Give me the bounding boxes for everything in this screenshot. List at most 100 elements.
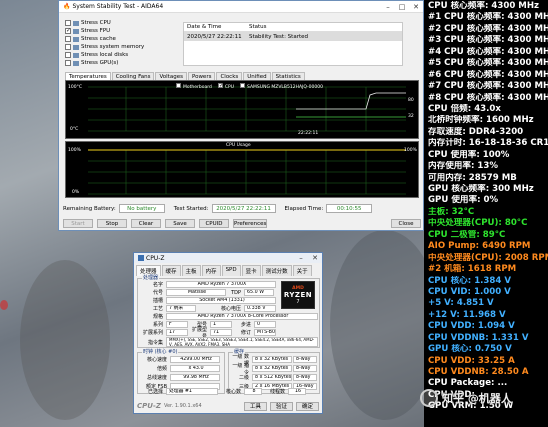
close-button[interactable]: Close <box>391 219 421 228</box>
codename-row: 代号 Matisse TDP 65.0 W <box>140 289 274 296</box>
checkbox[interactable] <box>65 20 71 26</box>
cache-icon <box>73 36 79 42</box>
temperature-graph: Motherboard CPU SAMSUNG MZVLB512HAJQ-000… <box>65 80 419 139</box>
stress-cpu-option[interactable]: Stress CPU <box>65 19 125 27</box>
sensor-line: 可用内存: 28579 MB <box>428 172 517 183</box>
watermark-text: 知乎 @机器人 <box>442 392 512 405</box>
window-title: System Stability Test - AIDA64 <box>72 3 164 10</box>
sensor-line: 中央处理器(CPU): 80°C <box>428 218 528 229</box>
y-max-label: 100°C <box>68 85 82 90</box>
cell-datetime: 2020/5/27 22:22:11 <box>187 33 242 40</box>
memory-icon <box>73 44 79 50</box>
disk-icon <box>73 52 79 58</box>
cell-status: Stability Test: Started <box>249 33 308 40</box>
sensor-line: #4 CPU 核心频率: 4300 MHz <box>428 46 548 57</box>
cpu-usage-grid <box>88 149 406 195</box>
tab-cache[interactable]: 缓存 <box>161 265 181 276</box>
processor-select[interactable]: 处理器 #1 <box>166 388 218 395</box>
elapsed-value: 00:10:55 <box>326 204 373 213</box>
checkbox[interactable] <box>65 52 71 58</box>
cpuz-window: CPU-Z – ✕ 处理器 缓存 主板 内存 SPD 显卡 测试分数 关于 处理… <box>133 252 323 414</box>
gpu-icon <box>73 60 79 66</box>
sensor-line: #5 CPU 核心频率: 4300 MHz <box>428 58 548 69</box>
ok-button[interactable]: 确定 <box>295 401 319 411</box>
sensor-line: #6 CPU 核心频率: 4300 MHz <box>428 69 548 80</box>
battery-label: Remaining Battery: <box>63 205 116 212</box>
tab-graphics[interactable]: 显卡 <box>241 265 261 276</box>
sensor-line: GPU 核心频率: 300 MHz <box>428 184 534 194</box>
y-min-label: 0% <box>72 190 80 195</box>
y-min-label: 0°C <box>70 127 79 132</box>
checkbox[interactable] <box>65 36 71 42</box>
cpu-icon <box>73 20 79 26</box>
package-row: 插槽 Socket AM4 (1331) <box>140 297 276 304</box>
start-button[interactable]: Start <box>63 219 93 228</box>
sensor-line: AIO Pump: 6490 RPM <box>428 241 531 252</box>
stress-cache-option[interactable]: Stress cache <box>65 35 125 43</box>
minimize-icon[interactable]: – <box>381 3 395 11</box>
watermark: 知乎 @机器人 <box>420 385 540 411</box>
sensor-line: CPU VID: 1.000 V <box>428 286 511 297</box>
checkbox[interactable] <box>65 44 71 50</box>
status-table: Date & Time Status 2020/5/27 22:22:11 St… <box>183 22 403 66</box>
checkbox[interactable] <box>65 60 71 66</box>
preferences-button[interactable]: Preferences <box>233 219 267 228</box>
cpuz-title: CPU-Z <box>146 254 165 262</box>
spec-row: 规格 AMD Ryzen 7 3700X 8-Core Processor <box>140 313 318 320</box>
cpu-usage-title: CPU Usage <box>226 143 251 148</box>
sensor-line: 主板: 32°C <box>428 206 475 217</box>
checkbox[interactable] <box>217 82 224 89</box>
checkbox[interactable] <box>65 27 71 34</box>
cpu-usage-value: 100% <box>404 148 417 153</box>
cpuz-footer: CPU-Z Ver. 1.90.1.x64 工具 验证 确定 <box>134 399 322 413</box>
sensor-line: CPU 核心: 1.384 V <box>428 275 512 286</box>
ext-family-row: 扩展系列17扩展型号71修订MTS-B0 <box>142 326 276 340</box>
aida-titlebar: 🔥 System Stability Test - AIDA64 – □ ✕ <box>59 1 423 13</box>
stress-memory-option[interactable]: Stress system memory <box>65 43 144 51</box>
close-icon[interactable]: ✕ <box>409 3 423 11</box>
tab-mainboard[interactable]: 主板 <box>181 265 201 276</box>
cpuz-icon <box>138 255 144 261</box>
cpu-usage-graph: CPU Usage 100% 0% 100% <box>65 141 419 198</box>
stress-gpu-option[interactable]: Stress GPU(s) <box>65 59 125 67</box>
clear-button[interactable]: Clear <box>131 219 161 228</box>
selection-row: 已选择 处理器 #1 核心数 8 线程数 16 <box>140 388 306 395</box>
tab-spd[interactable]: SPD <box>221 265 241 276</box>
legend-motherboard[interactable]: Motherboard <box>176 83 212 90</box>
legend-ssd[interactable]: SAMSUNG MZVLB512HAJQ-00000 <box>240 83 323 90</box>
checkbox[interactable] <box>176 83 181 88</box>
flame-icon: 🔥 <box>63 3 71 10</box>
cpuz-logo: CPU-Z <box>137 402 161 410</box>
l1i-row: 一级 指令 8 x 32 KBytes 8-way <box>230 363 317 376</box>
sensor-line: 存取速度: DDR4-3200 <box>428 126 524 137</box>
y-max-label: 100% <box>68 148 81 153</box>
bus-speed-row: 总线速度 99.98 MHz <box>140 374 220 381</box>
stop-button[interactable]: Stop <box>97 219 127 228</box>
tab-bench[interactable]: 测试分数 <box>261 265 292 276</box>
legend-cpu[interactable]: CPU <box>217 82 234 90</box>
tools-button[interactable]: 工具 <box>243 401 267 411</box>
stress-disks-option[interactable]: Stress local disks <box>65 51 128 59</box>
col-status[interactable]: Status <box>246 24 402 30</box>
aida64-window: 🔥 System Stability Test - AIDA64 – □ ✕ S… <box>58 0 424 231</box>
maximize-icon[interactable]: □ <box>395 3 409 11</box>
sensor-line: #8 CPU 核心频率: 4300 MHz <box>428 92 548 103</box>
core-speed-row: 核心速度 4299.00 MHz <box>140 356 220 363</box>
close-icon[interactable]: ✕ <box>308 254 322 262</box>
tab-about[interactable]: 关于 <box>292 265 312 276</box>
table-row[interactable]: 2020/5/27 22:22:11 Stability Test: Start… <box>184 32 402 41</box>
cpuz-titlebar: CPU-Z – ✕ <box>134 253 322 263</box>
cpuid-button[interactable]: CPUID <box>199 219 229 228</box>
validate-button[interactable]: 验证 <box>269 401 293 411</box>
minimize-icon[interactable]: – <box>294 254 308 262</box>
tab-memory[interactable]: 内存 <box>201 265 221 276</box>
sensor-line: CPU 核心频率: 4300 MHz <box>428 1 540 11</box>
checkbox[interactable] <box>240 83 246 88</box>
multiplier-row: 倍频 x 43.0 <box>140 365 220 372</box>
sensor-line: CPU VDDNB: 1.331 V <box>428 332 529 343</box>
save-button[interactable]: Save <box>165 219 195 228</box>
sensor-line: #7 CPU 核心频率: 4300 MHz <box>428 81 548 92</box>
col-datetime[interactable]: Date & Time <box>184 24 246 30</box>
stress-fpu-option[interactable]: Stress FPU <box>65 27 125 35</box>
test-started-value: 2020/5/27 22:22:11 <box>211 204 276 213</box>
